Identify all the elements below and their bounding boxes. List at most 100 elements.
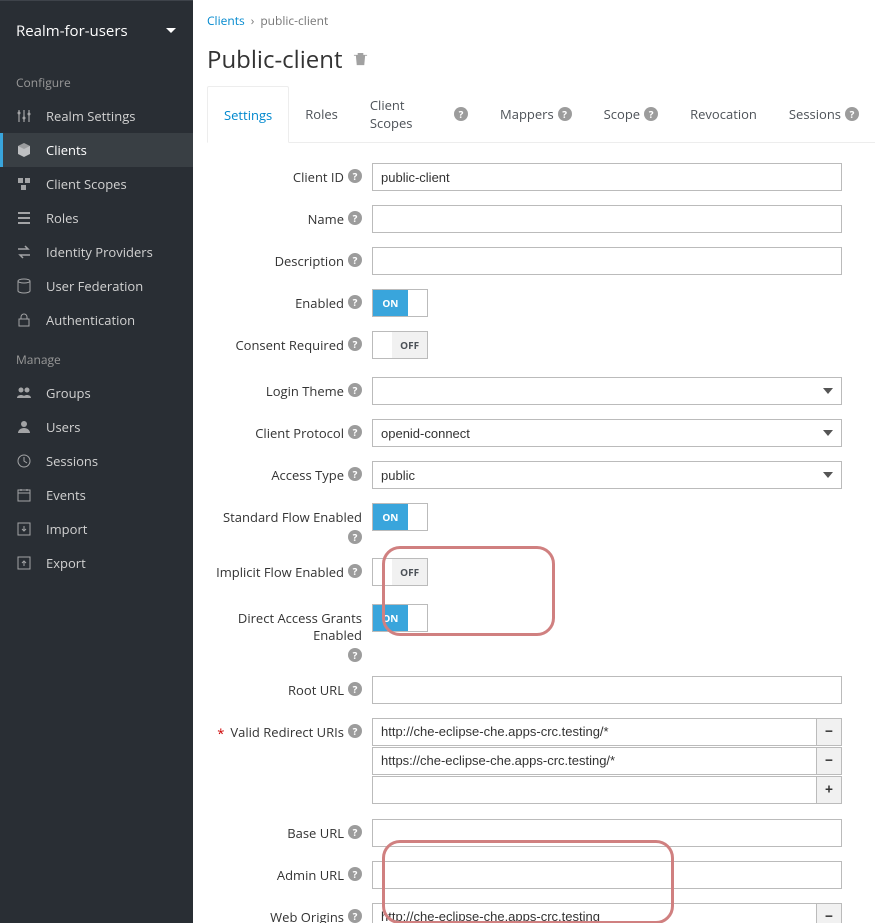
remove-button[interactable]: − — [816, 903, 842, 923]
sidebar-item-clients[interactable]: Clients — [0, 133, 193, 167]
help-icon[interactable]: ? — [348, 295, 362, 309]
access-type-select[interactable]: public — [372, 461, 842, 489]
cubes-icon — [16, 176, 32, 192]
remove-button[interactable]: − — [816, 747, 842, 775]
sidebar-item-label: Events — [46, 486, 86, 504]
help-icon[interactable]: ? — [348, 648, 362, 662]
help-icon[interactable]: ? — [348, 253, 362, 267]
label-consent: Consent Required — [235, 337, 344, 354]
admin-url-input[interactable] — [372, 861, 842, 889]
description-input[interactable] — [372, 247, 842, 275]
list-icon — [16, 210, 32, 226]
sidebar-item-export[interactable]: Export — [0, 546, 193, 580]
help-icon[interactable]: ? — [348, 211, 362, 225]
sidebar-item-label: Client Scopes — [46, 175, 127, 193]
help-icon[interactable]: ? — [348, 825, 362, 839]
implicit-flow-toggle[interactable]: OFF — [372, 558, 428, 586]
label-admin-url: Admin URL — [277, 867, 344, 884]
user-icon — [16, 419, 32, 435]
login-theme-select[interactable] — [372, 377, 842, 405]
help-icon[interactable]: ? — [348, 867, 362, 881]
sidebar-item-roles[interactable]: Roles — [0, 201, 193, 235]
label-access-type: Access Type — [271, 467, 344, 484]
help-icon[interactable]: ? — [348, 467, 362, 481]
tab-revocation[interactable]: Revocation — [674, 86, 773, 142]
sidebar-section-manage: Manage — [0, 337, 193, 376]
sidebar-section-configure: Configure — [0, 60, 193, 99]
breadcrumb-root[interactable]: Clients — [207, 12, 245, 29]
sidebar-item-authentication[interactable]: Authentication — [0, 303, 193, 337]
label-name: Name — [308, 211, 344, 228]
help-icon[interactable]: ? — [348, 169, 362, 183]
page-title-text: Public-client — [207, 43, 343, 76]
help-icon[interactable]: ? — [348, 564, 362, 578]
help-icon[interactable]: ? — [348, 337, 362, 351]
consent-toggle[interactable]: OFF — [372, 331, 428, 359]
help-icon: ? — [454, 107, 468, 121]
label-implicit-flow: Implicit Flow Enabled — [216, 564, 344, 581]
add-button[interactable]: + — [816, 776, 842, 804]
label-client-id: Client ID — [293, 169, 344, 186]
standard-flow-toggle[interactable]: ON — [372, 503, 428, 531]
help-icon[interactable]: ? — [348, 724, 362, 738]
sidebar-item-identity-providers[interactable]: Identity Providers — [0, 235, 193, 269]
tab-sessions[interactable]: Sessions? — [773, 86, 875, 142]
sidebar-item-users[interactable]: Users — [0, 410, 193, 444]
sidebar-item-client-scopes[interactable]: Client Scopes — [0, 167, 193, 201]
tab-mappers[interactable]: Mappers? — [484, 86, 588, 142]
root-url-input[interactable] — [372, 676, 842, 704]
remove-button[interactable]: − — [816, 718, 842, 746]
sidebar-item-sessions[interactable]: Sessions — [0, 444, 193, 478]
label-valid-redirect: Valid Redirect URIs — [230, 724, 344, 741]
label-client-protocol: Client Protocol — [255, 425, 344, 442]
sidebar-item-label: Export — [46, 554, 86, 572]
direct-grants-toggle[interactable]: ON — [372, 604, 428, 632]
help-icon: ? — [644, 107, 658, 121]
exchange-icon — [16, 244, 32, 260]
client-protocol-select[interactable]: openid-connect — [372, 419, 842, 447]
tab-roles[interactable]: Roles — [289, 86, 354, 142]
help-icon[interactable]: ? — [348, 530, 362, 544]
realm-selector[interactable]: Realm-for-users — [0, 0, 193, 60]
breadcrumb-sep: › — [251, 12, 255, 29]
sidebar-item-label: Authentication — [46, 311, 135, 329]
help-icon[interactable]: ? — [348, 682, 362, 696]
trash-icon[interactable] — [353, 51, 368, 68]
redirect-uri-input-empty[interactable] — [372, 776, 816, 804]
base-url-input[interactable] — [372, 819, 842, 847]
sidebar-item-events[interactable]: Events — [0, 478, 193, 512]
sidebar-item-label: Import — [46, 520, 87, 538]
help-icon[interactable]: ? — [348, 383, 362, 397]
enabled-toggle[interactable]: ON — [372, 289, 428, 317]
breadcrumb: Clients › public-client — [207, 12, 875, 29]
label-login-theme: Login Theme — [266, 383, 344, 400]
redirect-uri-input[interactable] — [372, 718, 816, 746]
label-root-url: Root URL — [288, 682, 344, 699]
page-title: Public-client — [207, 43, 875, 76]
tab-client-scopes[interactable]: Client Scopes? — [354, 86, 484, 142]
help-icon[interactable]: ? — [348, 425, 362, 439]
sidebar-item-groups[interactable]: Groups — [0, 376, 193, 410]
web-origin-input[interactable] — [372, 903, 816, 923]
name-input[interactable] — [372, 205, 842, 233]
sidebar: Realm-for-users Configure Realm Settings… — [0, 0, 193, 923]
sidebar-item-label: Clients — [46, 141, 87, 159]
realm-name: Realm-for-users — [16, 21, 128, 41]
required-marker: * — [217, 724, 224, 742]
sidebar-item-label: Groups — [46, 384, 91, 402]
help-icon: ? — [845, 107, 859, 121]
label-standard-flow: Standard Flow Enabled — [223, 509, 362, 526]
sliders-icon — [16, 108, 32, 124]
redirect-uri-input[interactable] — [372, 747, 816, 775]
client-id-input[interactable] — [372, 163, 842, 191]
tab-scope[interactable]: Scope? — [588, 86, 674, 142]
sidebar-item-user-federation[interactable]: User Federation — [0, 269, 193, 303]
sidebar-item-import[interactable]: Import — [0, 512, 193, 546]
tab-settings[interactable]: Settings — [207, 86, 289, 143]
label-enabled: Enabled — [295, 295, 344, 312]
sidebar-item-label: Sessions — [46, 452, 98, 470]
help-icon[interactable]: ? — [348, 909, 362, 923]
help-icon: ? — [558, 107, 572, 121]
sidebar-item-realm-settings[interactable]: Realm Settings — [0, 99, 193, 133]
group-icon — [16, 385, 32, 401]
